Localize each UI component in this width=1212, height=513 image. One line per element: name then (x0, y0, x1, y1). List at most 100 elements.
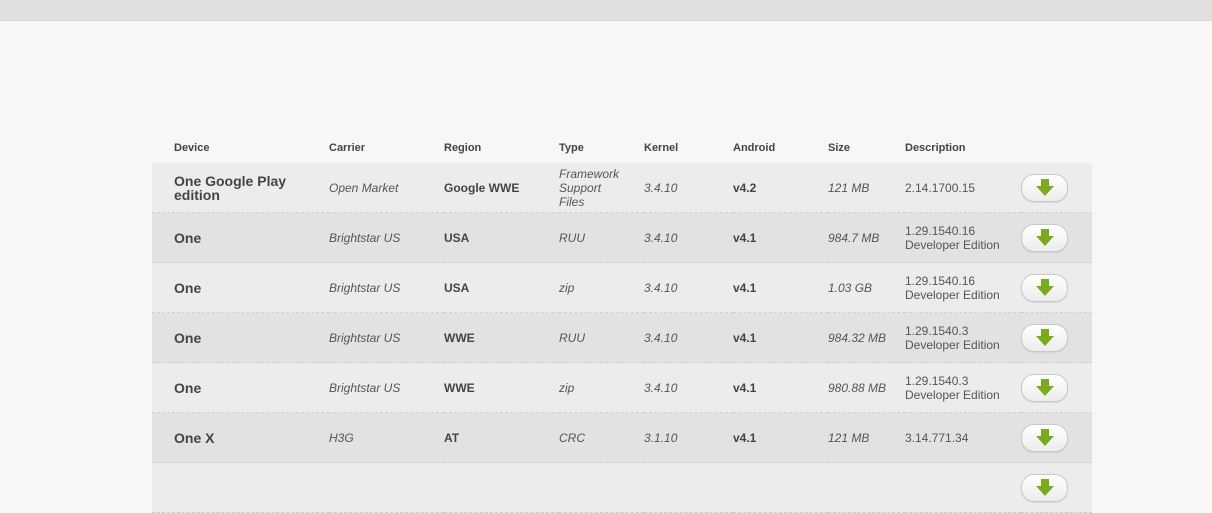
table-row: One Brightstar US WWE RUU 3.4.10 v4.1 98… (152, 312, 1092, 363)
region-name: WWE (444, 380, 475, 395)
cell-download (1021, 362, 1092, 413)
header-size[interactable]: Size (828, 132, 905, 163)
carrier-name: H3G (329, 430, 354, 445)
cell-kernel: 3.4.10 (644, 262, 733, 313)
carrier-name: Open Market (329, 180, 399, 195)
header-kernel[interactable]: Kernel (644, 132, 733, 163)
cell-carrier (329, 462, 444, 513)
cell-device (152, 462, 329, 513)
cell-android: v4.2 (733, 163, 828, 213)
cell-carrier: Brightstar US (329, 362, 444, 413)
cell-device: One (152, 362, 329, 413)
header-region[interactable]: Region (444, 132, 559, 163)
cell-region: USA (444, 262, 559, 313)
table-row: One Brightstar US USA RUU 3.4.10 v4.1 98… (152, 212, 1092, 263)
kernel-version: 3.4.10 (644, 230, 678, 245)
download-arrow-icon (1036, 278, 1054, 296)
download-button[interactable] (1021, 323, 1068, 352)
cell-region: USA (444, 212, 559, 263)
device-name: One (174, 229, 202, 246)
android-version: v4.1 (733, 280, 757, 295)
download-button[interactable] (1021, 173, 1068, 202)
file-type: zip (559, 280, 575, 295)
cell-download (1021, 262, 1092, 313)
cell-region: WWE (444, 362, 559, 413)
download-button[interactable] (1021, 423, 1068, 452)
download-button[interactable] (1021, 373, 1068, 402)
header-device[interactable]: Device (152, 132, 329, 163)
cell-type: CRC (559, 412, 644, 463)
region-name: Google WWE (444, 180, 520, 195)
download-arrow-icon (1036, 328, 1054, 346)
cell-type: RUU (559, 212, 644, 263)
file-size: 121 MB (828, 180, 870, 195)
file-type: RUU (559, 330, 585, 345)
file-size: 1.03 GB (828, 280, 873, 295)
description-text: 3.14.771.34 (905, 430, 969, 445)
cell-android: v4.1 (733, 362, 828, 413)
table-row: One Brightstar US USA zip 3.4.10 v4.1 1.… (152, 262, 1092, 313)
device-name: One (174, 379, 202, 396)
carrier-name: Brightstar US (329, 380, 401, 395)
region-name: USA (444, 280, 470, 295)
file-type: zip (559, 380, 575, 395)
cell-download (1021, 212, 1092, 263)
kernel-version: 3.4.10 (644, 380, 678, 395)
cell-android: v4.1 (733, 212, 828, 263)
cell-size (828, 462, 905, 513)
cell-description: 3.14.771.34 (905, 412, 1021, 463)
cell-carrier: Brightstar US (329, 212, 444, 263)
cell-android: v4.1 (733, 262, 828, 313)
cell-device: One (152, 262, 329, 313)
cell-android (733, 462, 828, 513)
android-version: v4.2 (733, 180, 757, 195)
download-button[interactable] (1021, 273, 1068, 302)
cell-description: 2.14.1700.15 (905, 163, 1021, 213)
device-name: One (174, 279, 202, 296)
download-button[interactable] (1021, 473, 1068, 502)
description-text: 2.14.1700.15 (905, 180, 976, 195)
table-row: One Google Play edition Open Market Goog… (152, 163, 1092, 213)
cell-kernel: 3.4.10 (644, 212, 733, 263)
table-header-row: Device Carrier Region Type Kernel Androi… (152, 132, 1092, 163)
android-version: v4.1 (733, 230, 757, 245)
description-text: 1.29.1540.16 Developer Edition (905, 223, 1000, 252)
table-row: One X H3G AT CRC 3.1.10 v4.1 121 MB 3.14… (152, 412, 1092, 463)
cell-download (1021, 312, 1092, 363)
cell-description: 1.29.1540.16 Developer Edition (905, 262, 1021, 313)
file-type: CRC (559, 430, 585, 445)
header-carrier[interactable]: Carrier (329, 132, 444, 163)
download-button[interactable] (1021, 223, 1068, 252)
cell-type: zip (559, 262, 644, 313)
cell-kernel: 3.4.10 (644, 362, 733, 413)
description-text: 1.29.1540.3 Developer Edition (905, 373, 1000, 402)
cell-size: 121 MB (828, 163, 905, 213)
downloads-table: Device Carrier Region Type Kernel Androi… (152, 132, 1092, 513)
download-arrow-icon (1036, 228, 1054, 246)
kernel-version: 3.4.10 (644, 330, 678, 345)
file-type: Framework Support Files (559, 166, 620, 209)
cell-download (1021, 163, 1092, 213)
cell-type: RUU (559, 312, 644, 363)
cell-carrier: Open Market (329, 163, 444, 213)
table-row: One Brightstar US WWE zip 3.4.10 v4.1 98… (152, 362, 1092, 413)
cell-type (559, 462, 644, 513)
header-type[interactable]: Type (559, 132, 644, 163)
cell-region (444, 462, 559, 513)
cell-size: 984.7 MB (828, 212, 905, 263)
device-name: One Google Play edition (174, 172, 287, 203)
download-arrow-icon (1036, 178, 1054, 196)
cell-size: 984.32 MB (828, 312, 905, 363)
download-arrow-icon (1036, 478, 1054, 496)
cell-device: One X (152, 412, 329, 463)
description-text: 1.29.1540.3 Developer Edition (905, 323, 1000, 352)
android-version: v4.1 (733, 380, 757, 395)
header-description[interactable]: Description (905, 132, 1021, 163)
android-version: v4.1 (733, 430, 757, 445)
carrier-name: Brightstar US (329, 280, 401, 295)
header-android[interactable]: Android (733, 132, 828, 163)
cell-android: v4.1 (733, 312, 828, 363)
cell-size: 121 MB (828, 412, 905, 463)
cell-region: AT (444, 412, 559, 463)
cell-carrier: Brightstar US (329, 262, 444, 313)
